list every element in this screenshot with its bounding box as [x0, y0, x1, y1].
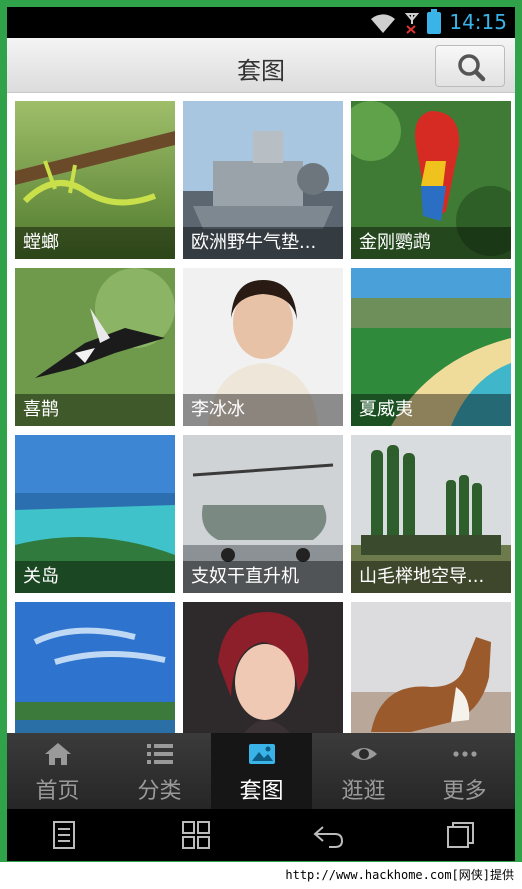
tile-caption: 李冰冰	[183, 394, 343, 426]
tile-caption: 支奴干直升机	[183, 561, 343, 593]
gallery-tile-hovercraft[interactable]: 欧洲野牛气垫...	[183, 101, 343, 259]
tab-gallery[interactable]: 套图	[211, 733, 312, 809]
tab-more[interactable]: 更多	[414, 733, 515, 809]
search-button[interactable]	[435, 45, 505, 87]
tile-caption: 夏威夷	[351, 394, 511, 426]
recent-apps-icon[interactable]	[443, 819, 477, 851]
gallery-tile-sky[interactable]	[15, 602, 175, 733]
tile-caption: 关岛	[15, 561, 175, 593]
tile-caption: 欧洲野牛气垫...	[183, 227, 343, 259]
phone-screen: 14:15 套图 螳螂 欧洲野牛气垫... 金刚鹦鹉 喜鹊 李冰冰 夏威夷 关岛…	[7, 7, 515, 861]
tab-home[interactable]: 首页	[7, 733, 108, 809]
gallery-tile-guam[interactable]: 关岛	[15, 435, 175, 593]
gallery-tile-magpie[interactable]: 喜鹊	[15, 268, 175, 426]
back-icon[interactable]	[311, 819, 345, 851]
image-grid: 螳螂 欧洲野牛气垫... 金刚鹦鹉 喜鹊 李冰冰 夏威夷 关岛 支奴干直升机 山…	[7, 93, 515, 733]
gallery-tile-chinook[interactable]: 支奴干直升机	[183, 435, 343, 593]
bottom-tab-bar: 首页 分类 套图 逛逛 更多	[7, 733, 515, 809]
image-icon	[248, 744, 275, 764]
gallery-tile-macaw[interactable]: 金刚鹦鹉	[351, 101, 511, 259]
more-icon	[452, 751, 477, 757]
collie-dog-image	[351, 602, 511, 733]
red-hair-portrait-image	[183, 602, 343, 733]
gallery-tile-hawaii[interactable]: 夏威夷	[351, 268, 511, 426]
system-nav-bar	[7, 809, 515, 861]
tab-label: 首页	[35, 779, 80, 804]
gallery-tile-missile[interactable]: 山毛榉地空导...	[351, 435, 511, 593]
eye-icon	[350, 748, 377, 760]
source-watermark: http://www.hackhome.com[网侠]提供	[0, 862, 522, 889]
menu-icon[interactable]	[47, 819, 81, 851]
gallery-tile-woman[interactable]	[183, 602, 343, 733]
signal-icon	[404, 13, 420, 34]
tile-caption: 山毛榉地空导...	[351, 561, 511, 593]
sky-pier-image	[15, 602, 175, 733]
status-bar: 14:15	[7, 7, 515, 38]
tile-caption: 金刚鹦鹉	[351, 227, 511, 259]
tab-label: 更多	[442, 779, 487, 804]
status-time: 14:15	[449, 10, 507, 34]
home-icon	[44, 743, 71, 765]
gallery-tile-mantis[interactable]: 螳螂	[15, 101, 175, 259]
tab-browse[interactable]: 逛逛	[313, 733, 414, 809]
search-icon	[458, 54, 486, 82]
list-icon	[146, 744, 173, 764]
tile-caption: 喜鹊	[15, 394, 175, 426]
tab-category[interactable]: 分类	[109, 733, 210, 809]
tab-label: 逛逛	[341, 779, 386, 804]
apps-grid-icon[interactable]	[179, 819, 213, 851]
tile-caption: 螳螂	[15, 227, 175, 259]
gallery-tile-collie[interactable]	[351, 602, 511, 733]
tab-label: 套图	[239, 779, 284, 804]
gallery-tile-portrait[interactable]: 李冰冰	[183, 268, 343, 426]
wifi-icon	[371, 14, 395, 33]
tab-label: 分类	[137, 779, 182, 804]
title-bar: 套图	[7, 38, 515, 93]
battery-icon	[427, 9, 441, 34]
